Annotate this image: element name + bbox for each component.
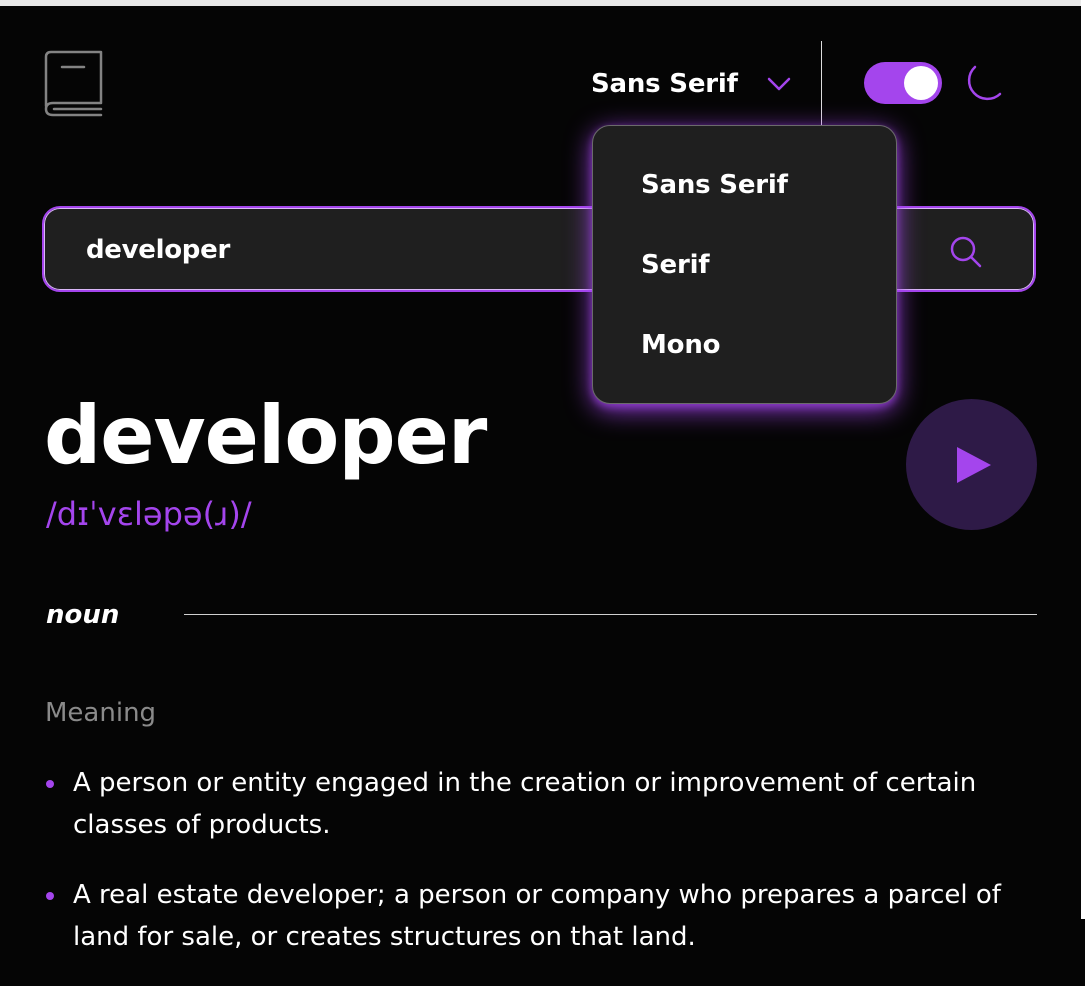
word-title: developer <box>44 389 487 482</box>
search-icon[interactable] <box>948 234 984 270</box>
definition-list: A person or entity engaged in the creati… <box>46 762 1036 986</box>
header-divider <box>821 41 822 129</box>
chevron-down-icon <box>767 77 790 91</box>
play-icon <box>957 447 991 483</box>
toggle-knob <box>904 66 938 100</box>
theme-toggle[interactable] <box>864 62 942 104</box>
definition-text: A real estate developer; a person or com… <box>73 880 1001 952</box>
meaning-heading: Meaning <box>45 698 157 728</box>
font-dropdown-menu: Sans Serif Serif Mono <box>592 125 897 404</box>
part-of-speech-divider <box>184 614 1037 615</box>
definition-item: A real estate developer; a person or com… <box>46 874 1036 958</box>
font-option-sans-serif[interactable]: Sans Serif <box>641 168 788 202</box>
bullet-icon <box>46 780 54 788</box>
definition-text: A person or entity engaged in the creati… <box>73 768 977 840</box>
definition-item: A person or entity engaged in the creati… <box>46 762 1036 846</box>
window-top-border <box>0 0 1085 6</box>
moon-icon[interactable] <box>960 62 1004 106</box>
book-icon[interactable] <box>43 49 105 117</box>
play-pronunciation-button[interactable] <box>906 399 1037 530</box>
phonetic-text: /dɪˈvɛləpə(ɹ)/ <box>46 495 252 533</box>
font-selector-label: Sans Serif <box>591 69 738 99</box>
font-option-mono[interactable]: Mono <box>641 328 721 362</box>
part-of-speech: noun <box>46 600 120 630</box>
font-selector[interactable]: Sans Serif <box>591 62 792 106</box>
font-option-serif[interactable]: Serif <box>641 248 710 282</box>
window-right-border <box>1081 0 1085 919</box>
bullet-icon <box>46 892 54 900</box>
